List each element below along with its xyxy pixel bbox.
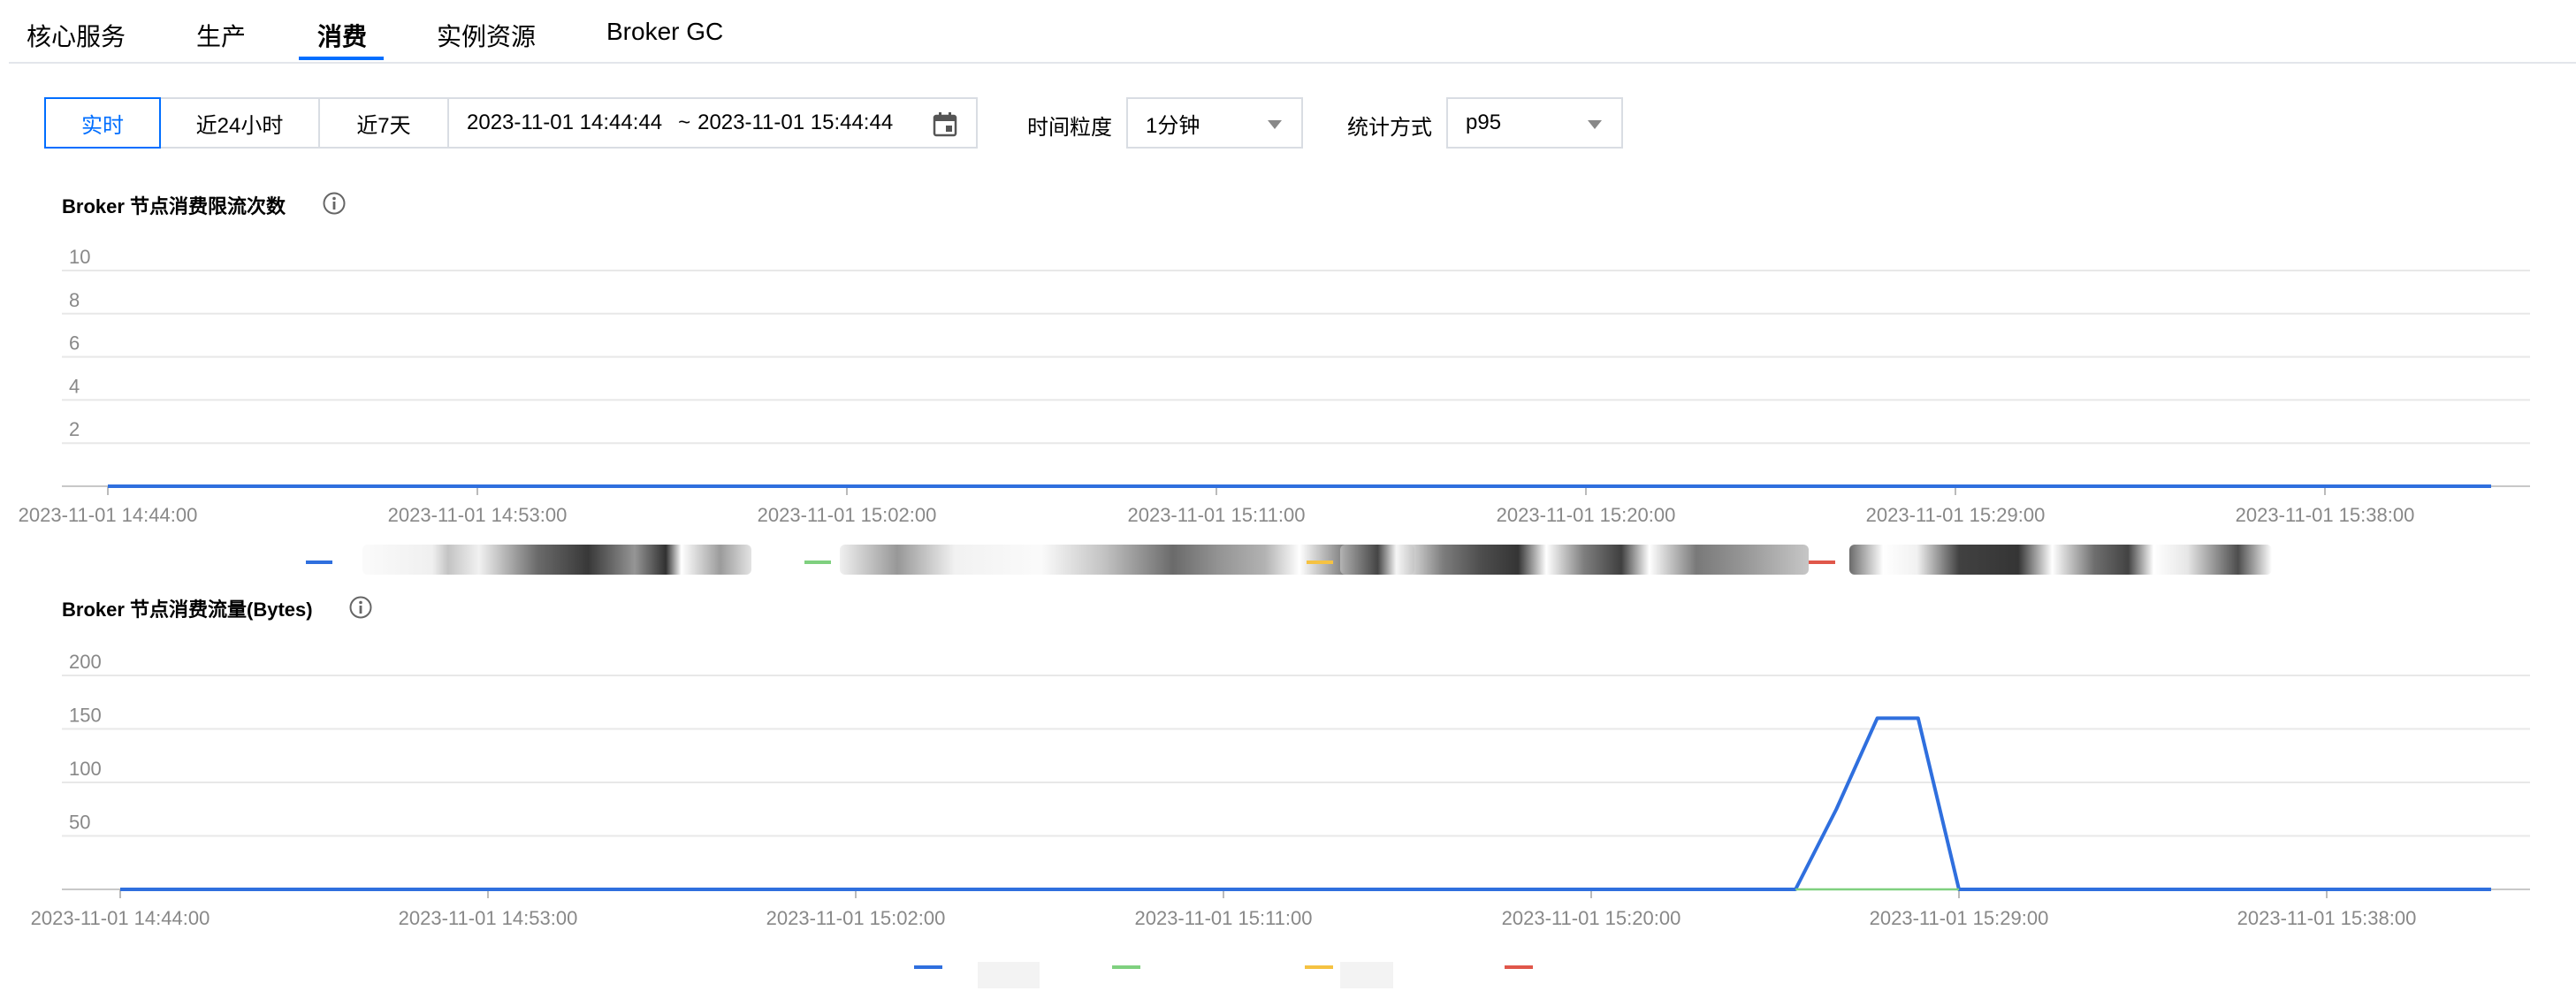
stat-method-value: p95 bbox=[1466, 111, 1502, 134]
y-tick-label: 100 bbox=[69, 758, 102, 780]
x-tick-label: 2023-11-01 14:53:00 bbox=[388, 504, 568, 526]
tab-production[interactable]: 生产 bbox=[196, 18, 246, 53]
throttle-count-chart: 2 4 6 8 10 2023-11-01 14:44:00 2023-11-01 14:5… bbox=[19, 246, 2530, 526]
x-tick-label: 2023-11-01 15:38:00 bbox=[2236, 504, 2415, 526]
date-separator: ~ bbox=[678, 111, 691, 134]
x-tick-label: 2023-11-01 15:11:00 bbox=[1127, 504, 1305, 526]
tab-consumption[interactable]: 消费 bbox=[317, 18, 367, 53]
legend-label-redacted bbox=[362, 545, 751, 575]
legend-swatch-red bbox=[1809, 561, 1835, 564]
date-range-picker[interactable]: 2023-11-01 14:44:44 ~ 2023-11-01 15:44:4… bbox=[447, 97, 978, 149]
legend-swatch-red bbox=[1505, 965, 1533, 969]
legend-label-redacted bbox=[1340, 962, 1393, 988]
chevron-down-icon bbox=[1588, 120, 1602, 129]
x-tick-label: 2023-11-01 15:38:00 bbox=[2237, 907, 2417, 929]
x-tick-label: 2023-11-01 15:29:00 bbox=[1866, 504, 2046, 526]
granularity-select[interactable]: 1分钟 bbox=[1126, 97, 1303, 149]
x-tick-label: 2023-11-01 15:02:00 bbox=[766, 907, 946, 929]
stat-method-label: 统计方式 bbox=[1347, 116, 1432, 140]
legend-label-redacted bbox=[1340, 545, 1809, 575]
x-tick-label: 2023-11-01 14:53:00 bbox=[399, 907, 578, 929]
legend-swatch-blue bbox=[914, 965, 942, 969]
x-tick-label: 2023-11-01 15:02:00 bbox=[758, 504, 937, 526]
date-start: 2023-11-01 14:44:44 bbox=[467, 111, 663, 134]
stat-method-select[interactable]: p95 bbox=[1446, 97, 1623, 149]
x-tick-label: 2023-11-01 15:20:00 bbox=[1497, 504, 1676, 526]
realtime-button[interactable]: 实时 bbox=[44, 97, 161, 149]
legend-swatch-blue bbox=[306, 561, 332, 564]
y-tick-label: 150 bbox=[69, 705, 102, 727]
legend-swatch-yellow bbox=[1307, 561, 1333, 564]
legend-swatch-yellow bbox=[1305, 965, 1333, 969]
y-tick-label: 6 bbox=[69, 332, 80, 355]
x-tick-label: 2023-11-01 15:20:00 bbox=[1502, 907, 1681, 929]
date-end: 2023-11-01 15:44:44 bbox=[697, 111, 894, 134]
y-tick-label: 8 bbox=[69, 289, 80, 311]
info-icon[interactable] bbox=[322, 191, 347, 216]
y-tick-label: 4 bbox=[69, 375, 80, 397]
x-tick-label: 2023-11-01 14:44:00 bbox=[19, 504, 198, 526]
granularity-label: 时间粒度 bbox=[1027, 116, 1112, 140]
tab-core-services[interactable]: 核心服务 bbox=[27, 18, 126, 53]
x-tick-label: 2023-11-01 15:29:00 bbox=[1870, 907, 2049, 929]
y-tick-label: 50 bbox=[69, 812, 90, 834]
y-tick-label: 200 bbox=[69, 651, 102, 673]
tab-instance-resources[interactable]: 实例资源 bbox=[437, 18, 536, 53]
chart-throttle-title: Broker 节点消费限流次数 bbox=[62, 195, 286, 217]
legend-swatch-green bbox=[1112, 965, 1140, 969]
info-icon[interactable] bbox=[348, 595, 373, 620]
last-24h-button[interactable]: 近24小时 bbox=[159, 97, 320, 149]
x-tick-label: 2023-11-01 15:11:00 bbox=[1134, 907, 1312, 929]
series-line bbox=[120, 716, 2491, 891]
tab-bar: 核心服务 生产 消费 实例资源 Broker GC bbox=[9, 0, 2576, 64]
x-tick-label: 2023-11-01 14:44:00 bbox=[31, 907, 210, 929]
legend-swatch-green bbox=[804, 561, 831, 564]
chart-traffic-legend bbox=[911, 960, 1582, 995]
calendar-icon[interactable] bbox=[932, 111, 958, 138]
chart-traffic-title: Broker 节点消费流量(Bytes) bbox=[62, 599, 313, 621]
y-tick-label: 2 bbox=[69, 418, 80, 440]
chevron-down-icon bbox=[1268, 120, 1282, 129]
consume-traffic-chart: 50 100 150 200 2023-11-01 14:44:00 2023-11-01… bbox=[31, 651, 2530, 929]
legend-label-redacted bbox=[1849, 545, 2272, 575]
chart-throttle-legend bbox=[301, 541, 2281, 576]
tab-broker-gc[interactable]: Broker GC bbox=[606, 18, 723, 46]
active-tab-indicator bbox=[299, 57, 384, 60]
legend-label-redacted bbox=[840, 545, 1414, 575]
legend-label-redacted bbox=[978, 962, 1040, 988]
y-tick-label: 10 bbox=[69, 246, 90, 268]
last-7d-button[interactable]: 近7天 bbox=[318, 97, 449, 149]
granularity-value: 1分钟 bbox=[1146, 113, 1200, 138]
